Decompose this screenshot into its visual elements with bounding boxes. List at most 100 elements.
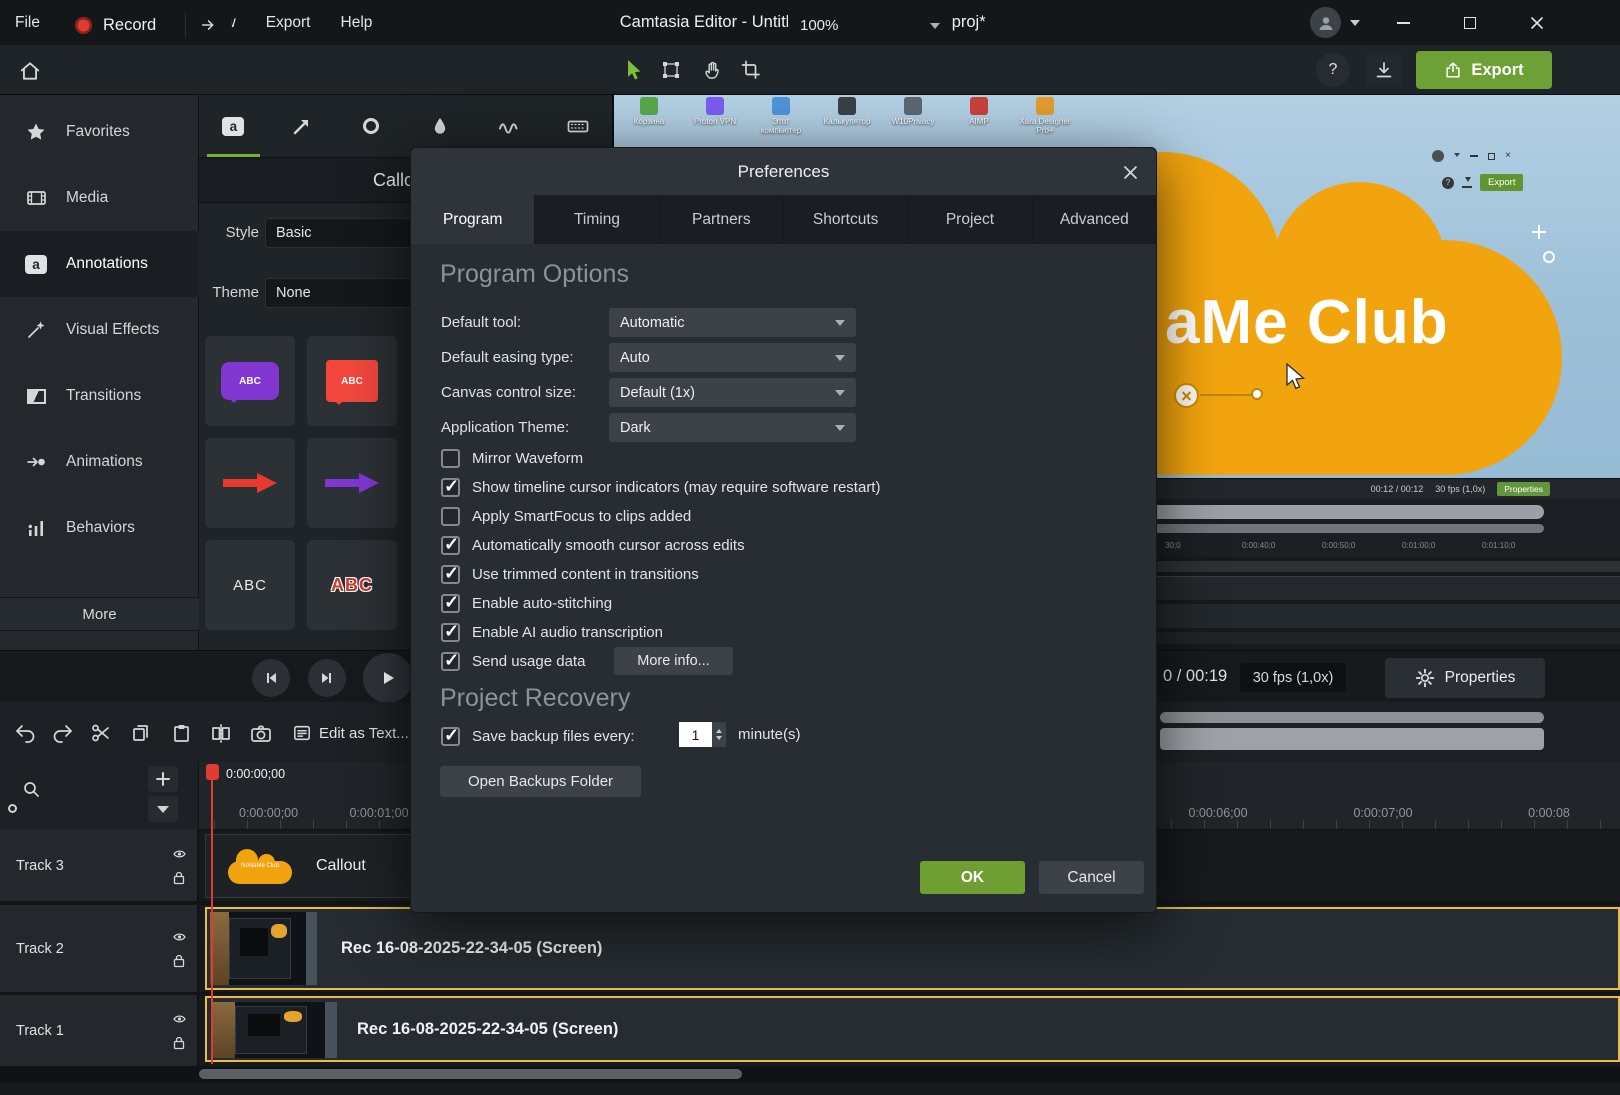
transform-tool-button[interactable] — [653, 52, 689, 88]
eye-icon[interactable] — [172, 847, 187, 861]
checkbox-ai-transcription[interactable]: Enable AI audio transcription — [441, 620, 663, 644]
checkbox-mirror-waveform[interactable]: Mirror Waveform — [441, 446, 583, 470]
screen-recording-clip-track1[interactable]: Rec 16-08-2025-22-34-05 (Screen) — [205, 996, 1620, 1062]
close-button[interactable] — [1512, 0, 1562, 45]
tab-advanced[interactable]: Advanced — [1033, 195, 1156, 244]
backup-interval-input[interactable] — [679, 722, 712, 747]
track-3-header[interactable]: Track 3 — [0, 830, 199, 901]
tab-project[interactable]: Project — [908, 195, 1032, 244]
default-easing-select[interactable]: Auto — [609, 343, 856, 372]
dialog-title-bar[interactable]: Preferences — [411, 148, 1156, 195]
account-avatar[interactable] — [1310, 7, 1341, 38]
up-arrow-icon[interactable] — [716, 726, 722, 733]
undo-button[interactable] — [12, 720, 38, 746]
tab-partners[interactable]: Partners — [660, 195, 784, 244]
checkbox-trimmed-content[interactable]: Use trimmed content in transitions — [441, 562, 699, 586]
timeline-zoom-icon[interactable] — [22, 780, 42, 800]
ok-button[interactable]: OK — [920, 861, 1025, 894]
eye-icon[interactable] — [172, 1012, 187, 1026]
pan-tool-button[interactable] — [695, 52, 731, 88]
callout-tile-purple-bubble[interactable]: ABC — [205, 336, 295, 426]
checkbox-timeline-cursor-indicators[interactable]: Show timeline cursor indicators (may req… — [441, 475, 880, 499]
home-button[interactable] — [14, 55, 46, 87]
tab-timing[interactable]: Timing — [535, 195, 659, 244]
copy-button[interactable] — [128, 720, 154, 746]
sidebar-item-annotations[interactable]: Annotations — [0, 231, 199, 297]
checkbox-smartfocus[interactable]: Apply SmartFocus to clips added — [441, 504, 691, 528]
checkbox-icon[interactable] — [441, 565, 460, 584]
callout-tile-red-arrow[interactable] — [205, 438, 295, 528]
zoom-select[interactable]: 100% — [788, 9, 952, 42]
play-button[interactable] — [363, 653, 413, 703]
collapse-tracks-button[interactable] — [148, 796, 178, 822]
redo-button[interactable] — [50, 720, 76, 746]
sidebar-item-media[interactable]: Media — [0, 165, 199, 231]
eye-icon[interactable] — [172, 930, 187, 944]
menu-export[interactable]: Export — [251, 0, 326, 45]
dialog-close-button[interactable] — [1118, 160, 1142, 184]
tab-program[interactable]: Program — [411, 195, 535, 244]
checkbox-icon[interactable] — [441, 478, 460, 497]
help-button[interactable]: ? — [1316, 53, 1350, 87]
sidebar-item-visual-effects[interactable]: Visual Effects — [0, 297, 199, 363]
screen-recording-clip-track2[interactable]: Rec 16-08-2025-22-34-05 (Screen) — [205, 907, 1620, 990]
application-theme-select[interactable]: Dark — [609, 413, 856, 442]
callout-tile-text[interactable]: ABC — [205, 540, 295, 630]
checkbox-auto-stitching[interactable]: Enable auto-stitching — [441, 591, 612, 615]
default-tool-select[interactable]: Automatic — [609, 308, 856, 337]
cursor-tool-button[interactable] — [615, 52, 651, 88]
record-button[interactable]: Record — [60, 6, 232, 44]
callout-tile-red-bubble[interactable]: ABC — [307, 336, 397, 426]
menu-help[interactable]: Help — [326, 0, 388, 45]
maximize-button[interactable] — [1445, 0, 1495, 45]
annotation-endpoint-handle[interactable] — [1174, 383, 1199, 408]
more-info-button[interactable]: More info... — [614, 647, 733, 675]
download-button[interactable] — [1366, 53, 1402, 87]
checkbox-send-usage-data[interactable]: Send usage data — [441, 649, 585, 673]
annotation-endpoint-dot[interactable] — [1251, 388, 1263, 400]
checkbox-save-backup[interactable]: Save backup files every: — [441, 724, 635, 748]
export-button[interactable]: Export — [1416, 51, 1552, 89]
sidebar-item-transitions[interactable]: Transitions — [0, 363, 199, 429]
sidebar-item-behaviors[interactable]: Behaviors — [0, 495, 199, 561]
next-frame-button[interactable] — [308, 659, 346, 697]
sidebar-item-animations[interactable]: Animations — [0, 429, 199, 495]
cancel-button[interactable]: Cancel — [1039, 861, 1144, 894]
tab-shapes[interactable] — [337, 95, 406, 157]
timeline-horizontal-scrollbar[interactable] — [0, 1066, 1620, 1082]
previous-frame-button[interactable] — [252, 659, 290, 697]
snapshot-button[interactable] — [248, 720, 274, 746]
canvas-control-size-select[interactable]: Default (1x) — [609, 378, 856, 407]
sidebar-more-button[interactable]: More — [0, 597, 199, 631]
checkbox-icon[interactable] — [441, 449, 460, 468]
lock-icon[interactable] — [171, 1035, 187, 1050]
menu-file[interactable]: File — [0, 0, 55, 45]
record-options-button[interactable] — [186, 16, 232, 34]
track-2-header[interactable]: Track 2 — [0, 905, 199, 992]
sidebar-item-favorites[interactable]: Favorites — [0, 99, 199, 165]
tab-shortcuts[interactable]: Shortcuts — [784, 195, 908, 244]
edit-as-text-button[interactable]: Edit as Text... — [293, 720, 409, 746]
open-backups-folder-button[interactable]: Open Backups Folder — [440, 766, 641, 797]
checkbox-icon[interactable] — [441, 536, 460, 555]
checkbox-icon[interactable] — [441, 507, 460, 526]
cut-button[interactable] — [88, 720, 114, 746]
track-1-header[interactable]: Track 1 — [0, 995, 199, 1066]
checkbox-icon[interactable] — [441, 727, 460, 746]
stepper-arrows[interactable] — [712, 722, 726, 747]
callout-tile-text-outlined[interactable]: ABC — [307, 540, 397, 630]
timeline-marker-icon[interactable] — [8, 804, 17, 813]
crop-tool-button[interactable] — [733, 52, 769, 88]
add-track-button[interactable] — [148, 766, 178, 792]
callout-tile-purple-arrow[interactable] — [307, 438, 397, 528]
paste-button[interactable] — [168, 720, 194, 746]
tab-callouts[interactable] — [199, 95, 268, 157]
account-caret-icon[interactable] — [1350, 20, 1360, 31]
checkbox-icon[interactable] — [441, 594, 460, 613]
down-arrow-icon[interactable] — [716, 736, 722, 743]
checkbox-icon[interactable] — [441, 623, 460, 642]
scrollbar-thumb[interactable] — [199, 1069, 742, 1079]
lock-icon[interactable] — [171, 870, 187, 885]
properties-button[interactable]: Properties — [1385, 658, 1545, 698]
checkbox-smooth-cursor[interactable]: Automatically smooth cursor across edits — [441, 533, 745, 557]
